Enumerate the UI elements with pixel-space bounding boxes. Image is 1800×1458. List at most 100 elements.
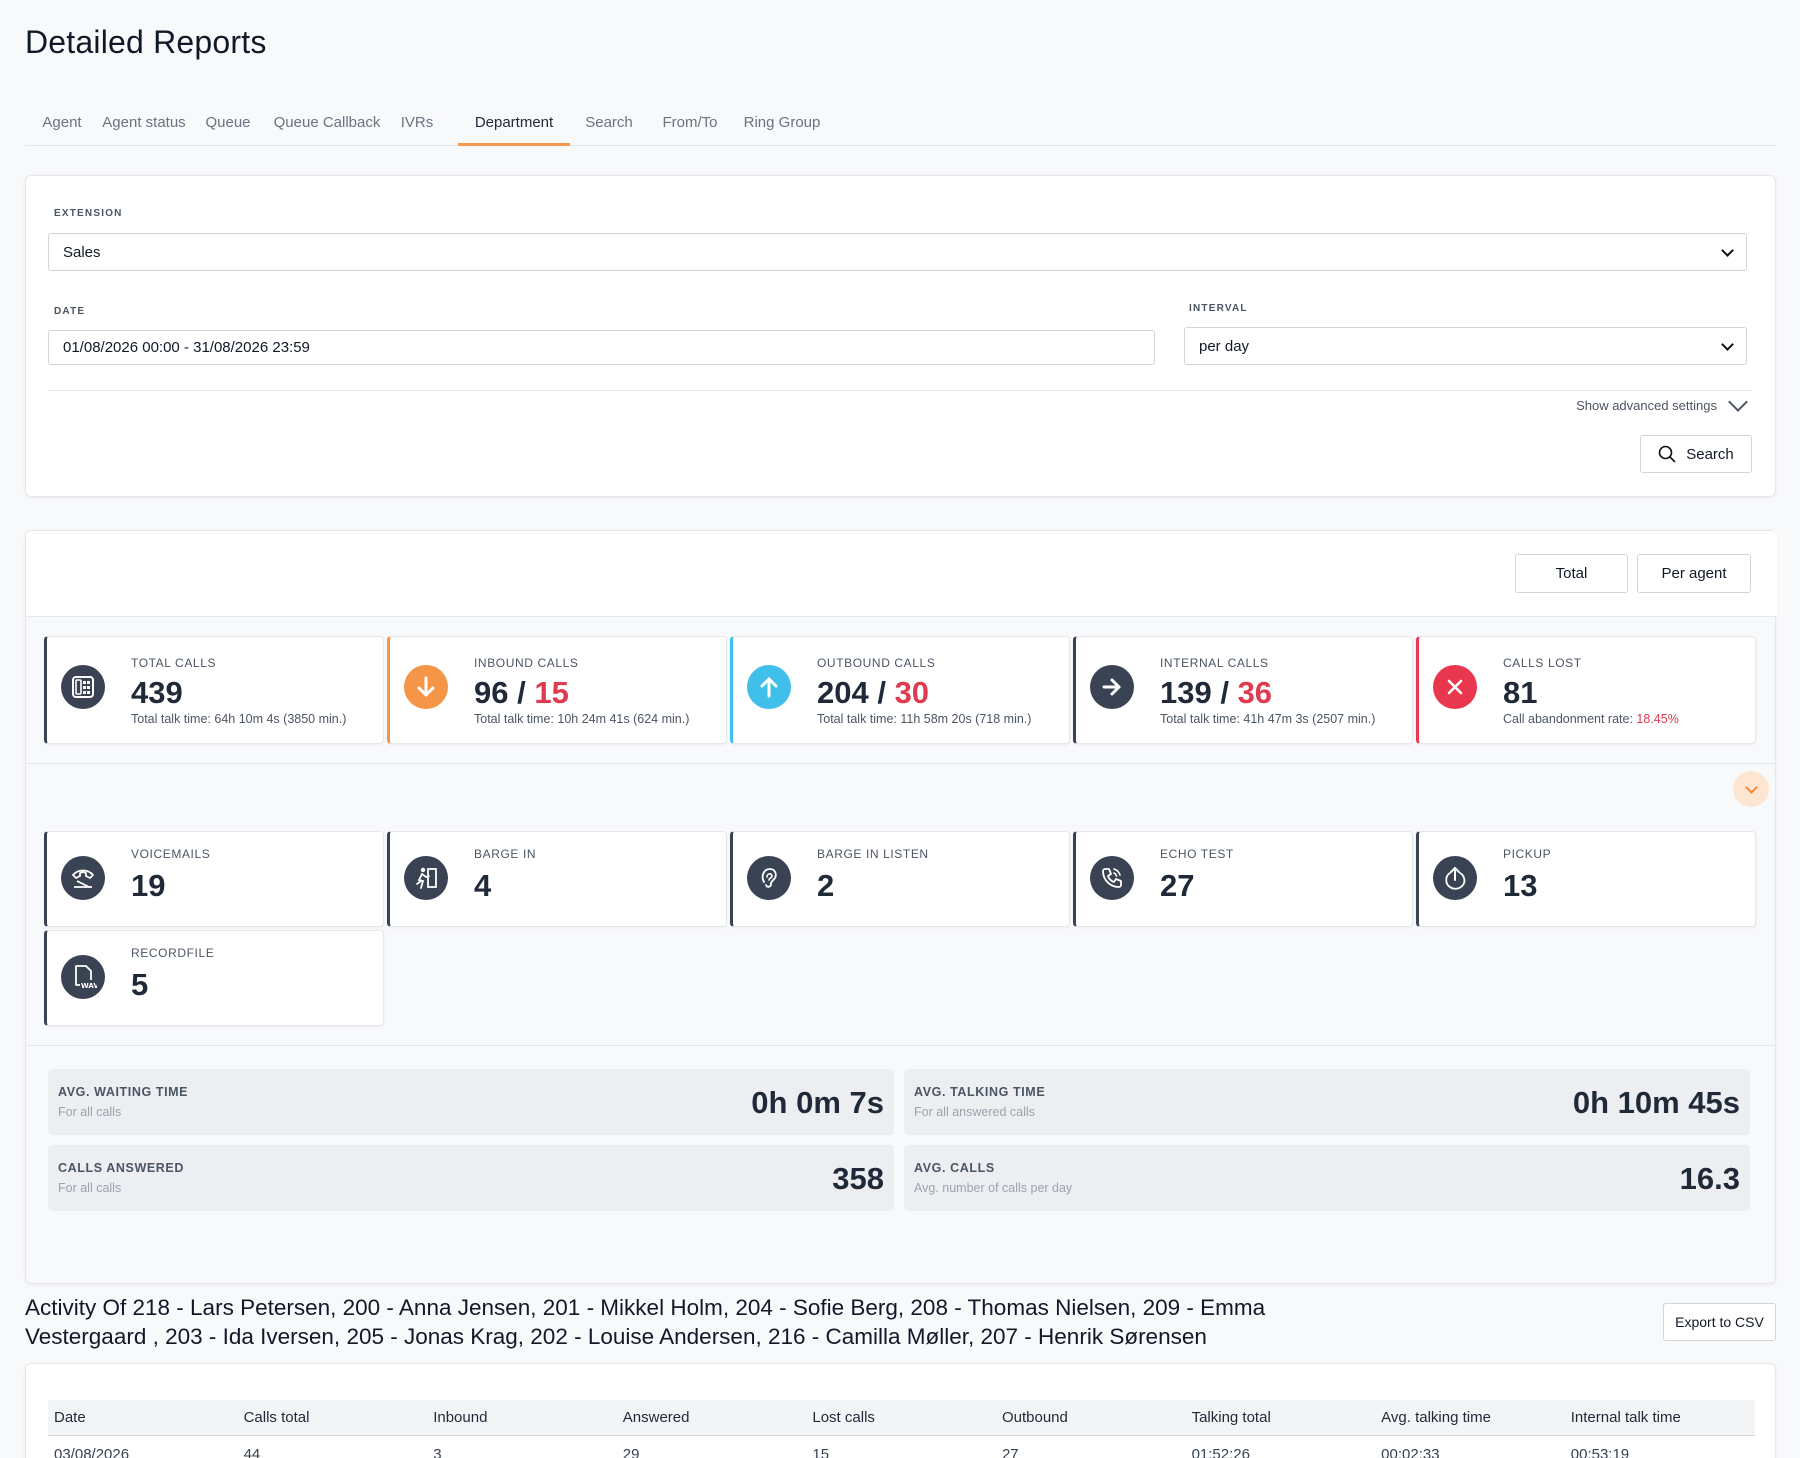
per-agent-view-button[interactable]: Per agent: [1637, 554, 1751, 593]
stat-card-total-calls: TOTAL CALLS 439 Total talk time: 64h 10m…: [44, 636, 384, 744]
column-header[interactable]: Lost calls: [806, 1400, 996, 1435]
stat-card-internal-calls: INTERNAL CALLS 139 / 36 Total talk time:…: [1073, 636, 1413, 744]
tab-ring-group[interactable]: Ring Group: [732, 108, 832, 146]
x-icon: [1433, 665, 1477, 709]
stat-label: VOICEMAILS: [131, 847, 211, 861]
column-header[interactable]: Calls total: [238, 1400, 428, 1435]
stat-label: BARGE IN LISTEN: [817, 847, 929, 861]
tab-agent[interactable]: Agent: [25, 108, 99, 146]
table-row: 03/08/2026 44 3 29 15 27 01:52:26 00:02:…: [48, 1436, 1755, 1458]
stat-label: TOTAL CALLS: [131, 656, 217, 670]
view-toggle-bar: Total Per agent: [26, 531, 1777, 617]
stat-card-calls-lost: CALLS LOST 81 Call abandonment rate: 18.…: [1416, 636, 1756, 744]
avg-subtitle: For all calls: [58, 1105, 122, 1119]
report-tabs: Agent Agent status Queue Queue Callback …: [25, 108, 1776, 146]
avg-title: CALLS ANSWERED: [58, 1161, 184, 1175]
column-header[interactable]: Avg. talking time: [1375, 1400, 1565, 1435]
tab-ivrs[interactable]: IVRs: [391, 108, 443, 146]
stat-value: 139 / 36: [1160, 675, 1272, 711]
stat-subtext: Total talk time: 41h 47m 3s (2507 min.): [1160, 712, 1376, 726]
stat-value-lost: 36: [1237, 675, 1273, 710]
search-button[interactable]: Search: [1640, 435, 1752, 473]
stat-card-pickup: PICKUP 13: [1416, 831, 1756, 927]
stats-panel: Total Per agent TOTAL CALLS 439 Total ta…: [25, 530, 1777, 1284]
avg-subtitle: For all calls: [58, 1181, 122, 1195]
stat-value-main: 204 /: [817, 675, 895, 710]
fax-phone-icon: [61, 665, 105, 709]
export-csv-button[interactable]: Export to CSV: [1663, 1303, 1776, 1341]
stat-label: INTERNAL CALLS: [1160, 656, 1269, 670]
calls-answered: CALLS ANSWERED For all calls 358: [48, 1145, 894, 1211]
tab-from-to[interactable]: From/To: [648, 108, 732, 146]
stat-value: 204 / 30: [817, 675, 929, 711]
filter-panel: EXTENSION Sales DATE 01/08/2026 00:00 - …: [25, 175, 1776, 497]
avg-title: AVG. TALKING TIME: [914, 1085, 1046, 1099]
column-header[interactable]: Date: [48, 1400, 238, 1435]
stat-value: 4: [474, 868, 492, 903]
ear-icon: [747, 856, 791, 900]
date-range-input[interactable]: 01/08/2026 00:00 - 31/08/2026 23:59: [48, 330, 1155, 365]
svg-text:WAV: WAV: [81, 982, 97, 990]
stat-value: 19: [131, 868, 166, 903]
abandonment-rate: 18.45%: [1636, 712, 1679, 726]
column-header[interactable]: Answered: [617, 1400, 807, 1435]
wav-file-icon: WAV: [61, 955, 105, 999]
total-view-button[interactable]: Total: [1515, 554, 1628, 593]
tab-agent-status[interactable]: Agent status: [95, 108, 193, 146]
activity-table: Date Calls total Inbound Answered Lost c…: [25, 1363, 1776, 1458]
date-range-value: 01/08/2026 00:00 - 31/08/2026 23:59: [63, 339, 310, 356]
advanced-settings-toggle[interactable]: Show advanced settings: [1576, 391, 1748, 413]
tab-queue-callback[interactable]: Queue Callback: [263, 108, 391, 146]
stat-value-lost: 30: [894, 675, 930, 710]
stat-subtext: Total talk time: 64h 10m 4s (3850 min.): [131, 712, 347, 726]
stat-value: 13: [1503, 868, 1538, 903]
table-cell: 27: [1001, 1445, 1019, 1458]
pickup-icon: [1433, 856, 1477, 900]
stat-value: 5: [131, 967, 149, 1002]
stat-label: ECHO TEST: [1160, 847, 1234, 861]
avg-value: 358: [832, 1161, 884, 1196]
stat-subtext: Call abandonment rate: 18.45%: [1503, 712, 1679, 726]
interval-select[interactable]: per day: [1184, 327, 1747, 365]
table-cell: 44: [243, 1445, 261, 1458]
column-header[interactable]: Inbound: [427, 1400, 617, 1435]
stat-label: RECORDFILE: [131, 946, 215, 960]
stat-value-main: 439: [131, 675, 183, 710]
tab-search[interactable]: Search: [570, 108, 648, 146]
stat-label: CALLS LOST: [1503, 656, 1582, 670]
column-header[interactable]: Internal talk time: [1565, 1400, 1755, 1435]
stat-card-barge-in: BARGE IN 4: [387, 831, 727, 927]
tab-queue[interactable]: Queue: [193, 108, 263, 146]
activity-title: Activity Of 218 - Lars Petersen, 200 - A…: [25, 1295, 1266, 1349]
chevron-down-icon: [1744, 780, 1758, 794]
table-cell: 00:02:33: [1381, 1445, 1440, 1458]
tab-department[interactable]: Department: [458, 108, 570, 146]
chevron-down-icon: [1728, 391, 1748, 412]
column-header[interactable]: Outbound: [996, 1400, 1186, 1435]
extension-select[interactable]: Sales: [48, 233, 1747, 271]
avg-subtitle: Avg. number of calls per day: [914, 1181, 1073, 1195]
search-icon: [1658, 445, 1676, 463]
avg-value: 0h 0m 7s: [751, 1085, 884, 1120]
stat-card-recordfile: WAV RECORDFILE 5: [44, 930, 384, 1026]
column-header[interactable]: Talking total: [1186, 1400, 1376, 1435]
stat-card-outbound-calls: OUTBOUND CALLS 204 / 30 Total talk time:…: [730, 636, 1070, 744]
stat-value-main: 139 /: [1160, 675, 1238, 710]
extension-select-value: Sales: [63, 243, 101, 261]
stat-card-voicemails: VOICEMAILS 19: [44, 831, 384, 927]
date-label: DATE: [54, 306, 86, 317]
interval-label: INTERVAL: [1189, 303, 1248, 314]
stat-value: 27: [1160, 868, 1195, 903]
table-cell: 15: [812, 1445, 830, 1458]
stat-value-main: 96 /: [474, 675, 535, 710]
table-header: Date Calls total Inbound Answered Lost c…: [48, 1400, 1755, 1436]
voicemail-phone-icon: [61, 856, 105, 900]
stats-divider: [26, 763, 1777, 764]
arrow-down-icon: [404, 665, 448, 709]
table-cell: 01:52:26: [1191, 1445, 1250, 1458]
search-button-label: Search: [1686, 445, 1734, 463]
collapse-stats-button[interactable]: [1733, 771, 1769, 807]
avg-waiting-time: AVG. WAITING TIME For all calls 0h 0m 7s: [48, 1069, 894, 1135]
page-title: Detailed Reports: [25, 24, 267, 60]
stat-label: PICKUP: [1503, 847, 1552, 861]
